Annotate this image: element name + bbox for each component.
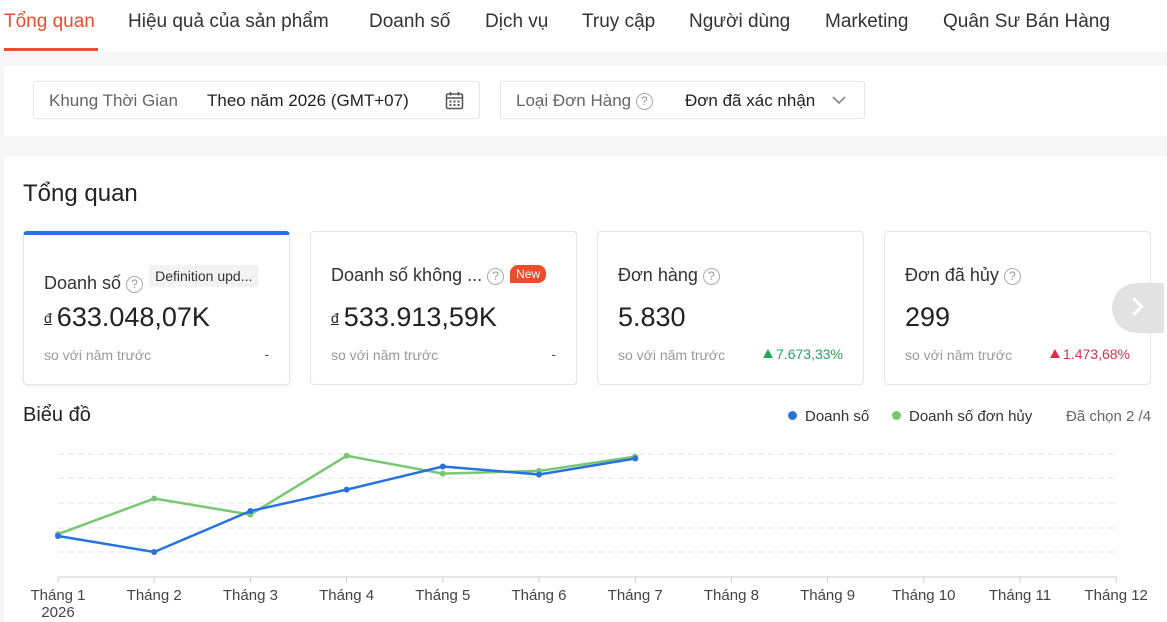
- x-tick-label: Tháng 6: [511, 587, 566, 604]
- tab-sales-advisor[interactable]: Quân Sư Bán Hàng: [943, 11, 1110, 33]
- chevron-down-icon: [832, 96, 846, 105]
- x-tick-label: Tháng 5: [415, 587, 470, 604]
- tab-users[interactable]: Người dùng: [689, 11, 790, 33]
- time-range-label: Khung Thời Gian: [49, 91, 178, 110]
- tab-product-performance[interactable]: Hiệu quả của sản phẩm: [128, 11, 329, 33]
- tab-services[interactable]: Dịch vụ: [485, 11, 548, 33]
- order-type-select[interactable]: Loại Đơn Hàng ? Đơn đã xác nhận: [500, 81, 865, 119]
- x-tick-label: Tháng 3: [223, 587, 278, 604]
- tab-overview[interactable]: Tổng quan: [4, 11, 95, 33]
- line-chart: Tháng 1 Tháng 2 Tháng 3 Tháng 4 Tháng 5 Tháng…: [30, 452, 1148, 621]
- overview-card: Tổng quan Doanh số ? Definition upd... đ6…: [4, 156, 1167, 622]
- calendar-icon[interactable]: [445, 91, 464, 110]
- x-tick-label: Tháng 12: [1085, 587, 1148, 604]
- x-tick-label: Tháng 9: [800, 587, 855, 604]
- data-point: [151, 549, 158, 555]
- x-tick-label: Tháng 7: [608, 587, 663, 604]
- data-point: [55, 532, 61, 539]
- x-tick-sublabel: 2026: [41, 604, 74, 621]
- tab-marketing[interactable]: Marketing: [825, 11, 908, 33]
- data-point: [151, 495, 158, 502]
- help-icon[interactable]: ?: [635, 93, 653, 110]
- order-type-value: Đơn đã xác nhận: [685, 91, 816, 110]
- x-tick-label: Tháng 11: [989, 587, 1051, 604]
- time-range-picker[interactable]: Khung Thời Gian Theo năm 2026 (GMT+07): [33, 81, 480, 119]
- data-point: [632, 455, 639, 462]
- tab-sales[interactable]: Doanh số: [369, 11, 450, 33]
- x-tick-label: Tháng 2: [127, 587, 182, 604]
- x-tick-label: Tháng 10: [892, 587, 955, 604]
- top-tab-bar: Tổng quan Hiệu quả của sản phẩm Doanh số…: [0, 0, 1167, 52]
- filter-bar: Khung Thời Gian Theo năm 2026 (GMT+07) L…: [4, 66, 1167, 136]
- data-point: [247, 508, 254, 515]
- series-line: [57, 457, 636, 554]
- order-type-label: Loại Đơn Hàng ?: [516, 91, 653, 111]
- data-point: [536, 471, 542, 478]
- x-tick-label: Tháng 8: [704, 587, 759, 604]
- data-point: [343, 452, 350, 459]
- time-range-value: Theo năm 2026 (GMT+07): [207, 91, 409, 110]
- data-point: [439, 463, 446, 470]
- x-tick-label: Tháng 4: [319, 587, 374, 604]
- active-tab-indicator: [4, 48, 98, 51]
- x-tick-label: Tháng 1: [30, 587, 85, 604]
- data-point: [343, 486, 350, 493]
- tab-traffic[interactable]: Truy cập: [582, 11, 655, 33]
- data-point: [439, 470, 446, 477]
- series-line: [57, 454, 636, 536]
